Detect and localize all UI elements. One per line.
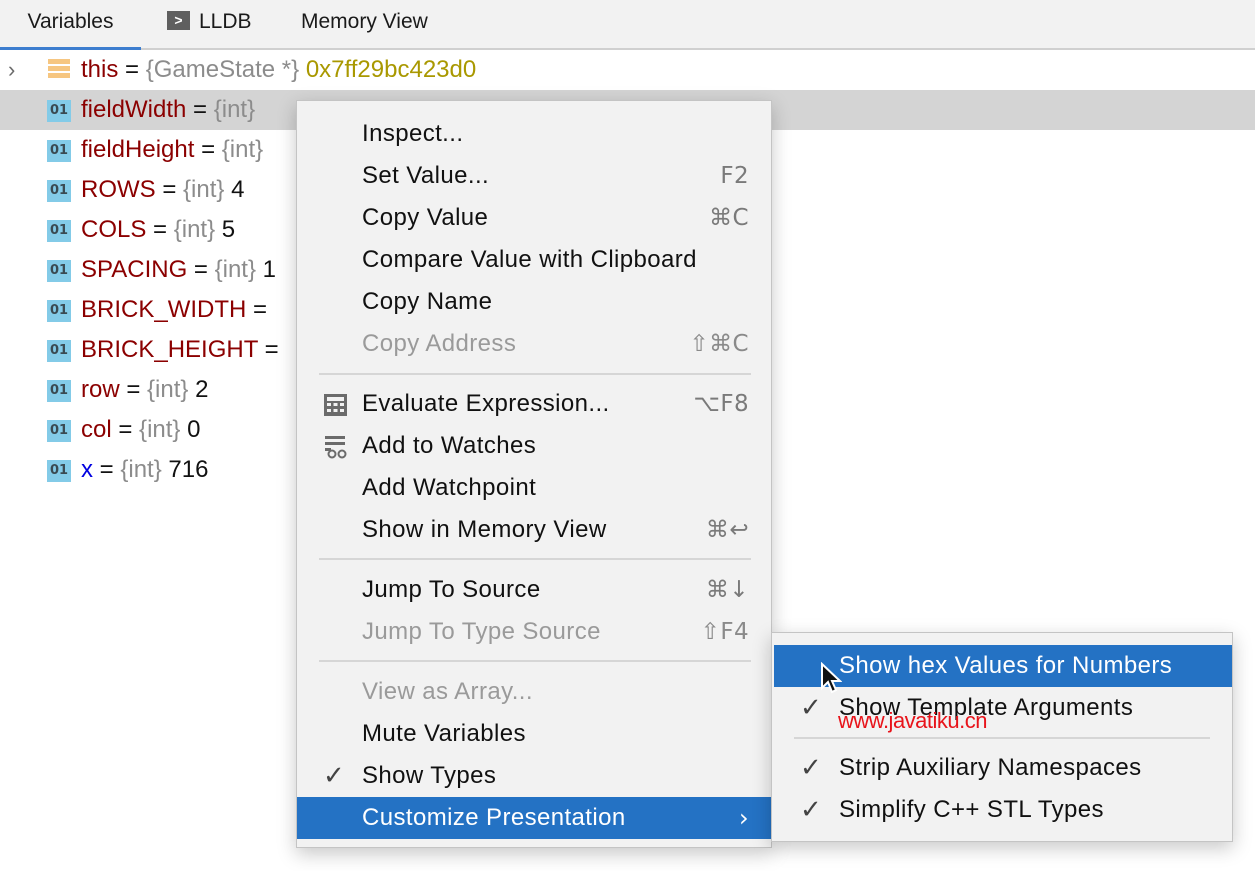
menu-item-inspect[interactable]: Inspect...: [297, 113, 771, 155]
menu-item-add-to-watches[interactable]: Add to Watches: [297, 425, 771, 467]
menu-item-copy-value[interactable]: Copy Value ⌘C: [297, 197, 771, 239]
tab-lldb[interactable]: > LLDB: [167, 0, 252, 48]
checkmark-icon: ✓: [800, 753, 823, 783]
menu-item-copy-address[interactable]: Copy Address ⇧⌘C: [297, 323, 771, 365]
variable-name: COLS: [81, 216, 147, 243]
int-icon: 01: [47, 260, 71, 282]
watches-icon: [325, 436, 347, 459]
int-icon: 01: [47, 300, 71, 322]
menu-item-copy-name[interactable]: Copy Name: [297, 281, 771, 323]
variable-type: {int}: [213, 96, 256, 123]
menu-item-compare-value-with-clipboard[interactable]: Compare Value with Clipboard: [297, 239, 771, 281]
checkmark-icon: ✓: [323, 761, 346, 791]
variable-name: x: [81, 456, 93, 483]
context-menu: Inspect... Set Value... F2 Copy Value ⌘C…: [296, 100, 772, 848]
menu-item-view-as-array[interactable]: View as Array...: [297, 671, 771, 713]
calculator-icon: [324, 394, 347, 416]
int-icon: 01: [47, 180, 71, 202]
variable-type: {int}: [214, 256, 256, 283]
shortcut-label: ⇧⌘C: [689, 331, 749, 357]
menu-item-show-types[interactable]: ✓ Show Types: [297, 755, 771, 797]
menu-item-show-in-memory-view[interactable]: Show in Memory View ⌘↩: [297, 509, 771, 551]
submenu-item-strip-auxiliary-namespaces[interactable]: ✓ Strip Auxiliary Namespaces: [774, 747, 1232, 789]
variable-type: {int}: [139, 416, 181, 443]
variable-name: fieldWidth: [81, 96, 187, 123]
tab-variables[interactable]: Variables: [0, 0, 141, 50]
variable-name: SPACING: [81, 256, 188, 283]
variable-type: {int}: [120, 456, 162, 483]
tab-variables-label: Variables: [27, 10, 114, 33]
menu-separator: [319, 373, 751, 375]
menu-item-jump-to-type-source[interactable]: Jump To Type Source ⇧F4: [297, 611, 771, 653]
mouse-cursor-icon: [821, 662, 842, 694]
variable-value: 5: [221, 216, 236, 243]
int-icon: 01: [47, 100, 71, 122]
shortcut-label: ⌘↓: [705, 577, 749, 603]
menu-separator: [319, 660, 751, 662]
variable-type: {int}: [183, 176, 225, 203]
variable-value: 2: [195, 376, 209, 403]
variable-row-this[interactable]: › this = {GameState *} 0x7ff29bc423d0: [0, 50, 1255, 90]
menu-separator: [319, 558, 751, 560]
variable-value: 4: [231, 176, 245, 203]
variable-name: col: [81, 416, 112, 443]
checkmark-icon: ✓: [800, 795, 823, 825]
submenu-item-simplify-stl-types[interactable]: ✓ Simplify C++ STL Types: [774, 789, 1232, 831]
console-icon: >: [167, 10, 190, 30]
int-icon: 01: [47, 220, 71, 242]
submenu-item-show-hex-values[interactable]: Show hex Values for Numbers: [774, 645, 1232, 687]
variable-name: this: [81, 56, 119, 83]
menu-item-add-watchpoint[interactable]: Add Watchpoint: [297, 467, 771, 509]
int-icon: 01: [47, 380, 71, 402]
shortcut-label: F2: [720, 163, 749, 189]
watermark-text: www.javatiku.cn: [838, 708, 988, 733]
chevron-right-icon[interactable]: ›: [8, 50, 28, 90]
shortcut-label: ⌘↩: [705, 517, 749, 543]
int-icon: 01: [47, 140, 71, 162]
menu-separator: [794, 737, 1210, 739]
menu-item-mute-variables[interactable]: Mute Variables: [297, 713, 771, 755]
chevron-right-icon: ›: [739, 804, 749, 832]
variable-value: 0x7ff29bc423d0: [305, 56, 477, 83]
shortcut-label: ⌘C: [709, 205, 749, 231]
shortcut-label: ⌥F8: [693, 391, 749, 417]
variable-value: 0: [187, 416, 201, 443]
int-icon: 01: [47, 420, 71, 442]
shortcut-label: ⇧F4: [700, 619, 749, 645]
variable-value: 716: [168, 456, 209, 483]
object-icon: [48, 59, 70, 81]
menu-item-set-value[interactable]: Set Value... F2: [297, 155, 771, 197]
variable-value: 1: [262, 256, 277, 283]
variable-name: BRICK_WIDTH: [81, 296, 247, 323]
variable-name: BRICK_HEIGHT: [81, 336, 258, 363]
variable-type: {int}: [221, 136, 264, 163]
menu-item-evaluate-expression[interactable]: Evaluate Expression... ⌥F8: [297, 383, 771, 425]
tab-memory-view[interactable]: Memory View: [301, 0, 428, 48]
tab-memory-view-label: Memory View: [301, 10, 428, 33]
checkmark-icon: ✓: [800, 693, 823, 723]
variable-name: ROWS: [81, 176, 156, 203]
int-icon: 01: [47, 460, 71, 482]
menu-item-customize-presentation[interactable]: Customize Presentation ›: [297, 797, 771, 839]
int-icon: 01: [47, 340, 71, 362]
variable-type: {int}: [147, 376, 189, 403]
variable-name: row: [81, 376, 120, 403]
debugger-tab-bar: Variables > LLDB Memory View: [0, 0, 1255, 50]
variable-name: fieldHeight: [81, 136, 195, 163]
menu-item-jump-to-source[interactable]: Jump To Source ⌘↓: [297, 569, 771, 611]
tab-lldb-label: LLDB: [199, 10, 252, 33]
variable-type: {GameState *}: [145, 56, 300, 83]
variable-type: {int}: [173, 216, 216, 243]
